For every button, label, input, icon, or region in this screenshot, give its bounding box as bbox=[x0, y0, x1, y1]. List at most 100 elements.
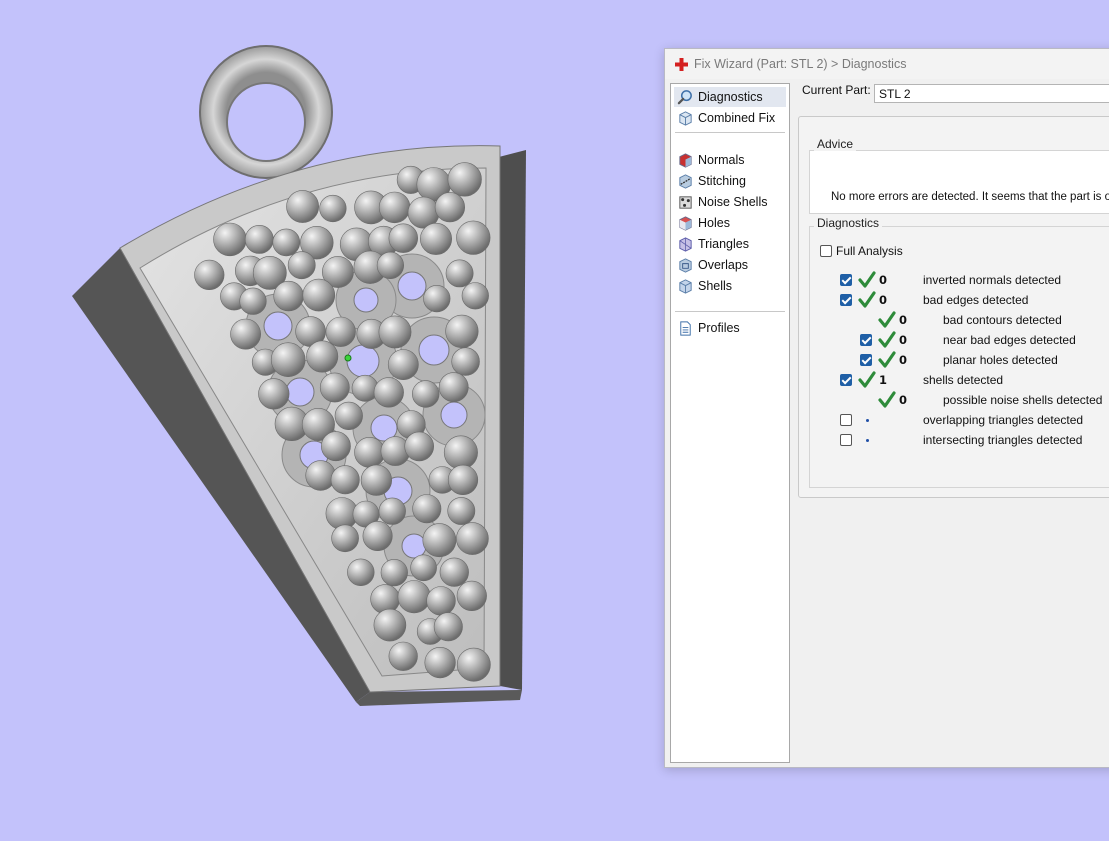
model-hole bbox=[440, 401, 468, 429]
model-bead bbox=[330, 465, 360, 495]
model-bead bbox=[434, 192, 466, 223]
diagnostic-checkbox[interactable] bbox=[840, 374, 852, 386]
diagnostic-count: 0 bbox=[899, 353, 908, 367]
green-check-icon bbox=[878, 311, 896, 328]
noise-shells-icon bbox=[679, 196, 692, 209]
model-bead bbox=[412, 494, 442, 524]
model-bead bbox=[423, 285, 451, 313]
nav-item-triangles[interactable]: Triangles bbox=[674, 234, 786, 254]
pending-dot-icon bbox=[866, 419, 869, 422]
nav-item-profiles[interactable]: Profiles bbox=[674, 318, 786, 338]
wizard-nav-list: Diagnostics Combined Fix Normals Stitching N… bbox=[670, 83, 790, 763]
model-hole bbox=[285, 377, 315, 407]
diagnostic-label: planar holes detected bbox=[943, 353, 1058, 367]
model-bead bbox=[451, 347, 480, 376]
nav-item-normals[interactable]: Normals bbox=[674, 150, 786, 170]
nav-item-noise-shells[interactable]: Noise Shells bbox=[674, 192, 786, 212]
nav-item-combined-fix[interactable]: Combined Fix bbox=[674, 108, 786, 128]
model-bead bbox=[320, 431, 351, 462]
nav-item-label: Normals bbox=[698, 153, 745, 167]
nav-separator bbox=[675, 311, 785, 312]
model-bead bbox=[388, 223, 418, 253]
diagnostic-row: 0 bad contours detected bbox=[810, 310, 1109, 330]
diagnostic-checkbox[interactable] bbox=[840, 294, 852, 306]
nav-item-label: Combined Fix bbox=[698, 111, 776, 125]
diagnostic-row: 1 shells detected bbox=[810, 370, 1109, 390]
diagnostic-count: 0 bbox=[899, 313, 908, 327]
model-hole bbox=[418, 334, 450, 366]
diagnostic-label: possible noise shells detected bbox=[943, 393, 1103, 407]
model-hole bbox=[263, 311, 293, 341]
diagnostic-checkbox[interactable] bbox=[840, 434, 852, 446]
model-hole bbox=[346, 344, 380, 378]
model-bead bbox=[373, 377, 404, 408]
model-bead bbox=[373, 608, 407, 642]
diagnostic-checkbox[interactable] bbox=[860, 354, 872, 366]
nav-item-diagnostics[interactable]: Diagnostics bbox=[674, 87, 786, 107]
model-bead bbox=[334, 401, 363, 431]
nav-item-holes[interactable]: Holes bbox=[674, 213, 786, 233]
model-bead bbox=[354, 436, 386, 468]
current-part-field[interactable]: STL 2 bbox=[874, 84, 1109, 103]
nav-item-label: Profiles bbox=[698, 321, 740, 335]
diagnostic-checkbox[interactable] bbox=[860, 334, 872, 346]
green-check-icon bbox=[878, 391, 896, 408]
model-bead bbox=[438, 372, 469, 403]
advice-text: No more errors are detected. It seems th… bbox=[831, 191, 1109, 203]
model-bead bbox=[305, 460, 336, 491]
model-bead bbox=[445, 314, 479, 349]
model-hole bbox=[397, 271, 427, 301]
diagnostic-checkbox[interactable] bbox=[840, 414, 852, 426]
full-analysis-checkbox[interactable] bbox=[820, 245, 832, 257]
nav-item-stitching[interactable]: Stitching bbox=[674, 171, 786, 191]
nav-item-overlaps[interactable]: Overlaps bbox=[674, 255, 786, 275]
model-bead bbox=[412, 380, 440, 408]
model-bead bbox=[270, 342, 306, 378]
current-part-label: Current Part: bbox=[802, 83, 871, 97]
model-bead bbox=[397, 580, 431, 614]
title-bar[interactable]: Fix Wizard (Part: STL 2) > Diagnostics bbox=[665, 49, 1109, 79]
model-bead bbox=[419, 222, 452, 255]
model-bead bbox=[239, 287, 267, 315]
model-bead bbox=[272, 228, 301, 257]
green-check-icon bbox=[858, 371, 876, 388]
diagnostic-row: 0 bad edges detected bbox=[810, 290, 1109, 310]
model-bead bbox=[230, 318, 262, 350]
pending-dot-icon bbox=[866, 439, 869, 442]
green-check-icon bbox=[858, 271, 876, 288]
diagnostic-count: 0 bbox=[879, 273, 888, 287]
diagnostic-label: intersecting triangles detected bbox=[923, 433, 1083, 447]
model-bead bbox=[378, 497, 406, 525]
nav-item-shells[interactable]: Shells bbox=[674, 276, 786, 296]
full-analysis-label: Full Analysis bbox=[836, 244, 903, 258]
diagnostic-row: 0 planar holes detected bbox=[810, 350, 1109, 370]
cube-icon bbox=[679, 111, 692, 126]
model-bead bbox=[439, 557, 469, 587]
nav-item-label: Diagnostics bbox=[698, 90, 763, 104]
model-bead bbox=[426, 586, 456, 616]
triangles-cube-icon bbox=[679, 237, 692, 252]
model-bead bbox=[302, 278, 336, 312]
model-bead bbox=[362, 520, 393, 551]
diagnostic-row: overlapping triangles detected bbox=[810, 410, 1109, 430]
model-bead bbox=[378, 191, 411, 224]
diagnostic-label: inverted normals detected bbox=[923, 273, 1062, 287]
model-bead bbox=[422, 523, 457, 558]
model-bead bbox=[370, 584, 400, 614]
model-bead bbox=[433, 612, 463, 642]
diagnostic-checkbox[interactable] bbox=[840, 274, 852, 286]
model-bead bbox=[456, 220, 491, 255]
window-title: Fix Wizard (Part: STL 2) > Diagnostics bbox=[694, 57, 907, 71]
model-bead bbox=[347, 558, 375, 586]
model-bead bbox=[461, 282, 489, 310]
nav-item-label: Shells bbox=[698, 279, 733, 293]
model-bead bbox=[244, 224, 274, 254]
model-bead bbox=[325, 316, 356, 347]
nav-item-label: Stitching bbox=[698, 174, 746, 188]
diagnostic-label: overlapping triangles detected bbox=[923, 413, 1084, 427]
model-bead bbox=[319, 194, 347, 223]
holes-cube-icon bbox=[679, 216, 692, 231]
model-bead bbox=[213, 222, 247, 257]
diagnostic-label: shells detected bbox=[923, 373, 1004, 387]
model-hole bbox=[401, 533, 427, 559]
